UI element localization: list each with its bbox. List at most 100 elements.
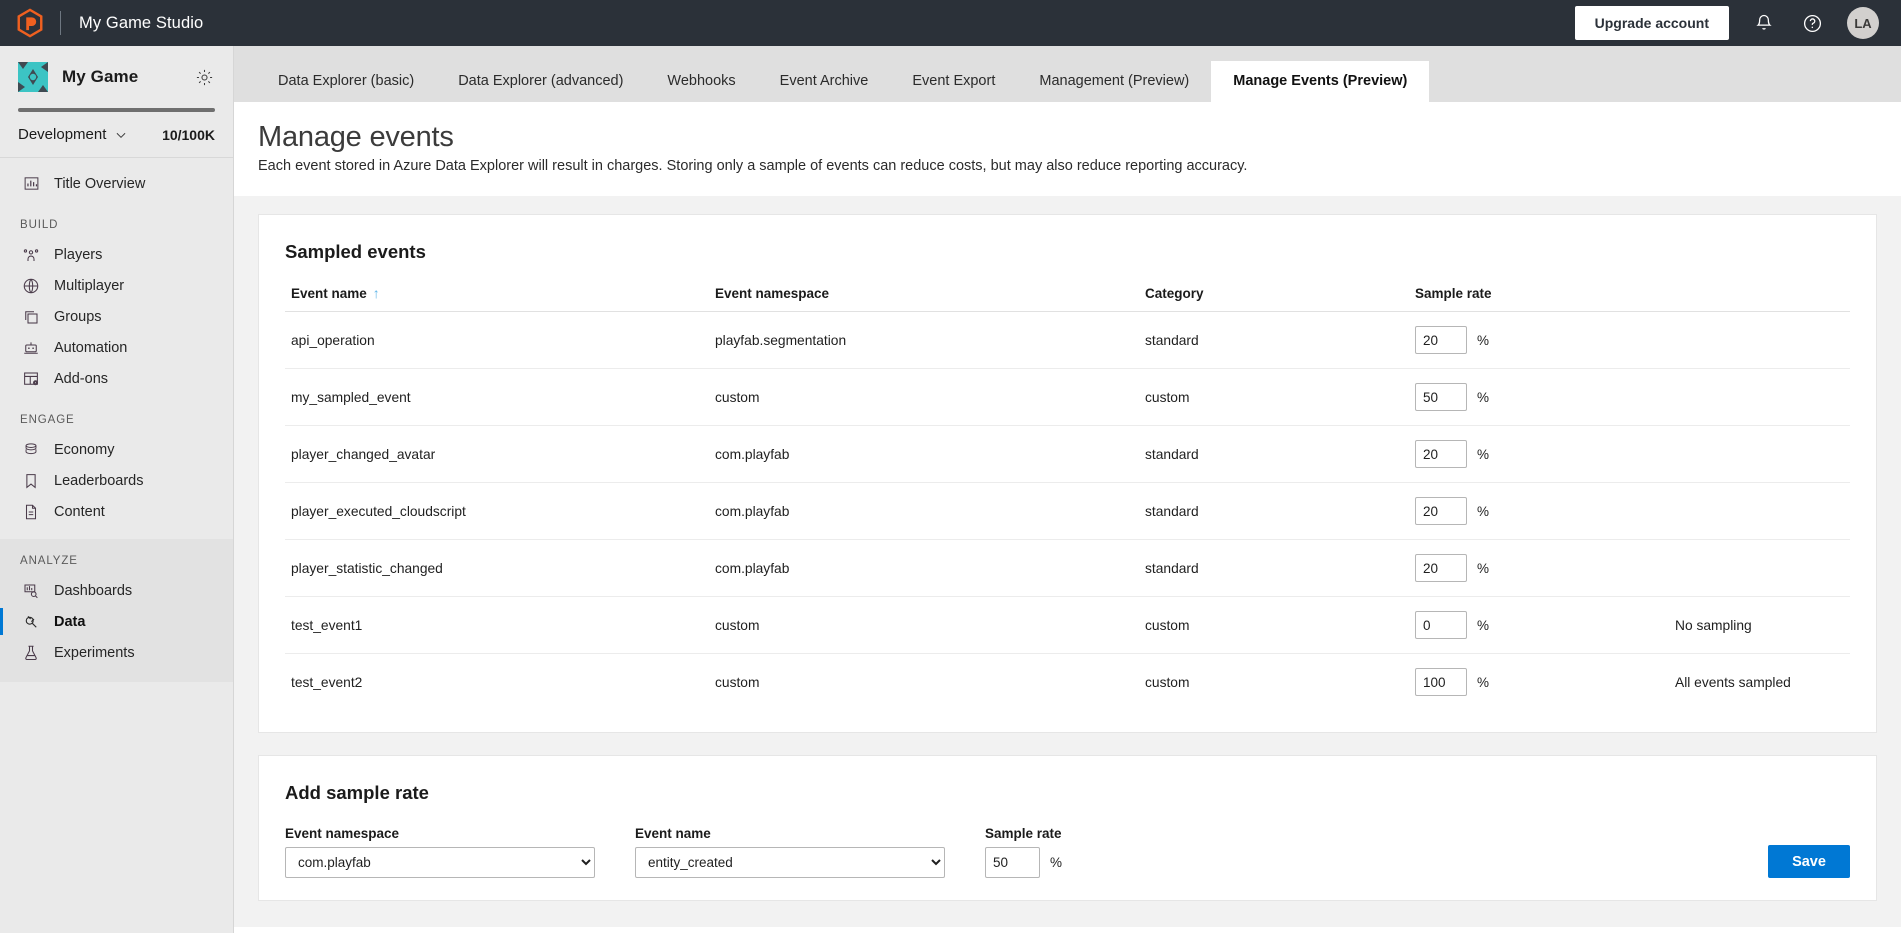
table-header-row: Event name ↑ Event namespace Category Sam… — [285, 285, 1850, 312]
notification-bell-icon[interactable] — [1751, 10, 1777, 36]
table-row: test_event2 custom custom % All events s… — [285, 654, 1850, 711]
sidebar-item-dashboards[interactable]: Dashboards — [0, 575, 233, 606]
sample-rate-field: Sample rate % — [985, 826, 1062, 878]
column-header-category[interactable]: Category — [1145, 285, 1415, 312]
table-row: api_operation playfab.segmentation stand… — [285, 312, 1850, 369]
cell-sample-rate: % — [1415, 369, 1675, 426]
sidebar-item-title-overview[interactable]: Title Overview — [0, 168, 233, 199]
cell-event-namespace: com.playfab — [715, 483, 1145, 540]
upgrade-account-button[interactable]: Upgrade account — [1575, 6, 1729, 40]
cell-sample-rate: % — [1415, 597, 1675, 654]
cell-note: All events sampled — [1675, 654, 1850, 711]
tab-management-preview[interactable]: Management (Preview) — [1017, 61, 1211, 102]
cell-category: custom — [1145, 369, 1415, 426]
document-icon — [20, 503, 42, 521]
cell-note — [1675, 369, 1850, 426]
addons-grid-gear-icon — [20, 370, 42, 388]
column-header-sample-rate[interactable]: Sample rate — [1415, 285, 1675, 312]
column-header-event-name[interactable]: Event name ↑ — [285, 285, 715, 312]
event-namespace-select[interactable]: com.playfab — [285, 847, 595, 878]
environment-selector[interactable]: Development 10/100K — [0, 112, 233, 158]
sample-rate-input[interactable] — [1415, 497, 1467, 525]
nav-section-build: BUILD Players Multiplayer — [0, 199, 233, 394]
sidebar-item-add-ons[interactable]: Add-ons — [0, 363, 233, 394]
percent-symbol: % — [1050, 855, 1062, 870]
sidebar-item-automation[interactable]: Automation — [0, 332, 233, 363]
tab-data-explorer-basic[interactable]: Data Explorer (basic) — [256, 61, 436, 102]
game-header: My Game — [0, 46, 233, 106]
help-question-icon[interactable] — [1799, 10, 1825, 36]
sidebar-item-multiplayer[interactable]: Multiplayer — [0, 270, 233, 301]
table-row: player_statistic_changed com.playfab sta… — [285, 540, 1850, 597]
percent-symbol: % — [1477, 618, 1489, 633]
sample-rate-label: Sample rate — [985, 826, 1062, 841]
quota-label: 10/100K — [162, 127, 215, 143]
nav-section-label-engage: ENGAGE — [0, 394, 233, 434]
data-plug-icon — [20, 613, 42, 631]
cell-category: custom — [1145, 597, 1415, 654]
cell-category: standard — [1145, 426, 1415, 483]
bar-chart-icon — [20, 175, 42, 192]
event-namespace-field: Event namespace com.playfab — [285, 826, 595, 878]
table-row: player_changed_avatar com.playfab standa… — [285, 426, 1850, 483]
cell-sample-rate: % — [1415, 426, 1675, 483]
cell-event-namespace: playfab.segmentation — [715, 312, 1145, 369]
new-sample-rate-input[interactable] — [985, 847, 1040, 878]
sampled-events-card: Sampled events Event name ↑ Event namespa… — [258, 214, 1877, 733]
stacked-squares-icon — [20, 308, 42, 326]
page-title: Manage events — [258, 120, 1901, 154]
game-thumbnail-icon — [18, 62, 48, 92]
nav-section-analyze: ANALYZE Dashboards Data — [0, 539, 233, 682]
sample-rate-input[interactable] — [1415, 554, 1467, 582]
cell-event-name: player_executed_cloudscript — [285, 483, 715, 540]
flask-icon — [20, 644, 42, 662]
tab-webhooks[interactable]: Webhooks — [645, 61, 757, 102]
studio-title: My Game Studio — [79, 14, 203, 33]
sidebar-item-content[interactable]: Content — [0, 496, 233, 527]
sidebar-item-groups[interactable]: Groups — [0, 301, 233, 332]
sidebar-item-label: Automation — [54, 340, 127, 356]
sidebar-item-label: Players — [54, 247, 102, 263]
tab-data-explorer-advanced[interactable]: Data Explorer (advanced) — [436, 61, 645, 102]
sidebar-item-label: Experiments — [54, 645, 135, 661]
main-content: Manage events Each event stored in Azure… — [234, 102, 1901, 933]
column-header-label: Event name — [291, 286, 367, 301]
cell-category: standard — [1145, 483, 1415, 540]
event-name-select[interactable]: entity_created — [635, 847, 945, 878]
sidebar-item-leaderboards[interactable]: Leaderboards — [0, 465, 233, 496]
sort-ascending-icon: ↑ — [373, 285, 380, 301]
sample-rate-input[interactable] — [1415, 611, 1467, 639]
sidebar: My Game Development 10/100K Title — [0, 46, 234, 933]
table-row: my_sampled_event custom custom % — [285, 369, 1850, 426]
sidebar-item-label: Economy — [54, 442, 114, 458]
tab-event-archive[interactable]: Event Archive — [758, 61, 891, 102]
cell-event-name: api_operation — [285, 312, 715, 369]
percent-symbol: % — [1477, 447, 1489, 462]
sidebar-item-data[interactable]: Data — [0, 606, 233, 637]
sidebar-item-players[interactable]: Players — [0, 239, 233, 270]
environment-label: Development — [18, 126, 106, 143]
add-sample-rate-title: Add sample rate — [285, 782, 1850, 804]
sampled-events-title: Sampled events — [285, 241, 1850, 263]
nav-section-label-analyze: ANALYZE — [0, 539, 233, 575]
avatar[interactable]: LA — [1847, 7, 1879, 39]
tab-event-export[interactable]: Event Export — [890, 61, 1017, 102]
save-button[interactable]: Save — [1768, 845, 1850, 878]
sidebar-item-experiments[interactable]: Experiments — [0, 637, 233, 668]
cell-sample-rate: % — [1415, 312, 1675, 369]
sample-rate-input[interactable] — [1415, 326, 1467, 354]
sample-rate-input[interactable] — [1415, 383, 1467, 411]
gear-icon[interactable] — [193, 66, 215, 88]
sidebar-item-economy[interactable]: Economy — [0, 434, 233, 465]
sidebar-item-label: Data — [54, 614, 85, 630]
bookmark-icon — [20, 472, 42, 490]
sample-rate-input[interactable] — [1415, 668, 1467, 696]
column-header-event-namespace[interactable]: Event namespace — [715, 285, 1145, 312]
tab-manage-events-preview[interactable]: Manage Events (Preview) — [1211, 61, 1429, 102]
playfab-hex-logo-icon[interactable] — [0, 0, 60, 46]
top-app-bar: My Game Studio Upgrade account LA — [0, 0, 1901, 46]
table-row: test_event1 custom custom % No sampling — [285, 597, 1850, 654]
sample-rate-input[interactable] — [1415, 440, 1467, 468]
cell-note: No sampling — [1675, 597, 1850, 654]
cell-event-name: my_sampled_event — [285, 369, 715, 426]
